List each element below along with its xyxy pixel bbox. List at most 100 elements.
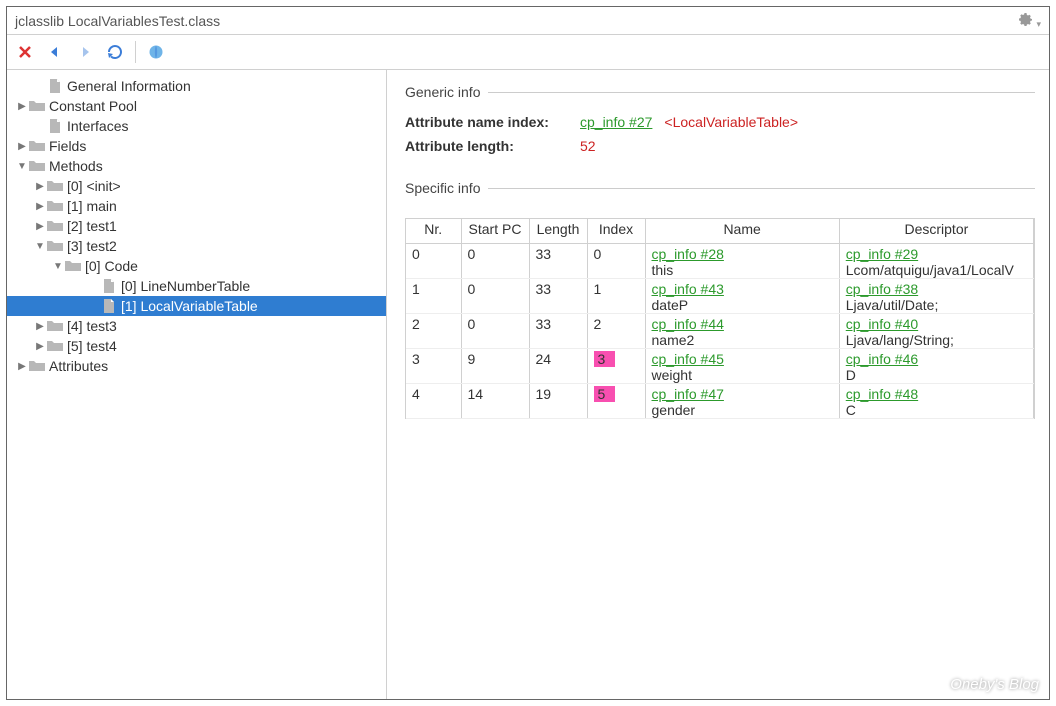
tree-panel: General Information ▶ Constant Pool Interfa… bbox=[7, 70, 387, 699]
close-icon[interactable] bbox=[15, 42, 35, 62]
twisty-icon[interactable]: ▼ bbox=[51, 261, 65, 272]
refresh-icon[interactable] bbox=[105, 42, 125, 62]
attr-length-label: Attribute length: bbox=[405, 138, 580, 154]
details-panel: Generic info Attribute name index: cp_in… bbox=[387, 70, 1049, 699]
tree-label: Methods bbox=[49, 158, 103, 174]
name-link[interactable]: cp_info #45 bbox=[652, 351, 724, 367]
attr-length-value: 52 bbox=[580, 138, 596, 154]
tree-label: [4] test3 bbox=[67, 318, 117, 334]
descriptor-value: Ljava/util/Date; bbox=[840, 297, 1033, 313]
tree-label: Attributes bbox=[49, 358, 108, 374]
descriptor-value: C bbox=[840, 402, 1033, 418]
twisty-icon[interactable]: ▶ bbox=[33, 321, 47, 332]
descriptor-link[interactable]: cp_info #48 bbox=[846, 386, 918, 402]
descriptor-value: D bbox=[840, 367, 1033, 383]
toolbar-separator bbox=[135, 41, 136, 63]
tree-item--5-test4[interactable]: ▶ [5] test4 bbox=[7, 336, 386, 356]
tree-label: General Information bbox=[67, 78, 191, 94]
folder-icon bbox=[29, 359, 45, 373]
tree-item-methods[interactable]: ▼ Methods bbox=[7, 156, 386, 176]
folder-icon bbox=[65, 259, 81, 273]
globe-icon[interactable] bbox=[146, 42, 166, 62]
watermark: Oneby's Blog bbox=[950, 676, 1039, 693]
name-value: this bbox=[646, 262, 839, 278]
col-nr-[interactable]: Nr. bbox=[406, 219, 461, 243]
tree-label: [0] LineNumberTable bbox=[121, 278, 250, 294]
tree-label: [0] <init> bbox=[67, 178, 121, 194]
tree-label: [1] LocalVariableTable bbox=[121, 298, 258, 314]
tree-item--0-init-[interactable]: ▶ [0] <init> bbox=[7, 176, 386, 196]
twisty-icon[interactable]: ▼ bbox=[33, 241, 47, 252]
name-value: name2 bbox=[646, 332, 839, 348]
tree-item--4-test3[interactable]: ▶ [4] test3 bbox=[7, 316, 386, 336]
twisty-icon[interactable]: ▼ bbox=[15, 161, 29, 172]
twisty-icon[interactable]: ▶ bbox=[33, 221, 47, 232]
descriptor-value: Lcom/atquigu/java1/LocalV bbox=[840, 262, 1033, 278]
tree-item--0-code[interactable]: ▼ [0] Code bbox=[7, 256, 386, 276]
tree-label: [1] main bbox=[67, 198, 117, 214]
name-value: dateP bbox=[646, 297, 839, 313]
tree-label: Fields bbox=[49, 138, 86, 154]
descriptor-link[interactable]: cp_info #38 bbox=[846, 281, 918, 297]
table-row[interactable]: 20332cp_info #44name2cp_info #40Ljava/la… bbox=[406, 313, 1034, 348]
twisty-icon[interactable]: ▶ bbox=[15, 361, 29, 372]
col-name[interactable]: Name bbox=[645, 219, 839, 243]
tree-item--1-main[interactable]: ▶ [1] main bbox=[7, 196, 386, 216]
local-variable-table: Nr.Start PCLengthIndexNameDescriptor 003… bbox=[405, 218, 1035, 419]
forward-icon[interactable] bbox=[75, 42, 95, 62]
back-icon[interactable] bbox=[45, 42, 65, 62]
titlebar: jclasslib LocalVariablesTest.class ▾ bbox=[7, 7, 1049, 35]
twisty-icon[interactable]: ▶ bbox=[33, 341, 47, 352]
folder-icon bbox=[29, 99, 45, 113]
twisty-icon[interactable]: ▶ bbox=[15, 101, 29, 112]
gear-icon[interactable]: ▾ bbox=[1017, 11, 1041, 30]
table-row[interactable]: 10331cp_info #43datePcp_info #38Ljava/ut… bbox=[406, 278, 1034, 313]
name-value: gender bbox=[646, 402, 839, 418]
name-link[interactable]: cp_info #28 bbox=[652, 246, 724, 262]
tree-label: Interfaces bbox=[67, 118, 128, 134]
tree-item--2-test1[interactable]: ▶ [2] test1 bbox=[7, 216, 386, 236]
col-index[interactable]: Index bbox=[587, 219, 645, 243]
folder-icon bbox=[29, 159, 45, 173]
tree-item-constant-pool[interactable]: ▶ Constant Pool bbox=[7, 96, 386, 116]
file-icon bbox=[47, 119, 63, 133]
name-link[interactable]: cp_info #47 bbox=[652, 386, 724, 402]
folder-icon bbox=[47, 339, 63, 353]
attr-name-index-label: Attribute name index: bbox=[405, 114, 580, 130]
tree-label: [5] test4 bbox=[67, 338, 117, 354]
descriptor-link[interactable]: cp_info #29 bbox=[846, 246, 918, 262]
tree-item-interfaces[interactable]: Interfaces bbox=[7, 116, 386, 136]
tree-label: [2] test1 bbox=[67, 218, 117, 234]
descriptor-link[interactable]: cp_info #46 bbox=[846, 351, 918, 367]
tree-label: [3] test2 bbox=[67, 238, 117, 254]
folder-icon bbox=[47, 219, 63, 233]
table-row[interactable]: 39243cp_info #45weightcp_info #46D bbox=[406, 348, 1034, 383]
tree-label: [0] Code bbox=[85, 258, 138, 274]
descriptor-link[interactable]: cp_info #40 bbox=[846, 316, 918, 332]
tree-item-attributes[interactable]: ▶ Attributes bbox=[7, 356, 386, 376]
tree-item--3-test2[interactable]: ▼ [3] test2 bbox=[7, 236, 386, 256]
descriptor-value: Ljava/lang/String; bbox=[840, 332, 1033, 348]
specific-info-heading: Specific info bbox=[405, 180, 1035, 196]
file-icon bbox=[101, 279, 117, 293]
col-length[interactable]: Length bbox=[529, 219, 587, 243]
twisty-icon[interactable]: ▶ bbox=[33, 181, 47, 192]
attr-name-index-link[interactable]: cp_info #27 bbox=[580, 114, 652, 130]
tree-label: Constant Pool bbox=[49, 98, 137, 114]
table-row[interactable]: 00330cp_info #28thiscp_info #29Lcom/atqu… bbox=[406, 243, 1034, 278]
twisty-icon[interactable]: ▶ bbox=[33, 201, 47, 212]
tree-item--1-localvariabletable[interactable]: [1] LocalVariableTable bbox=[7, 296, 386, 316]
attr-name-tag: <LocalVariableTable> bbox=[664, 114, 798, 130]
col-descriptor[interactable]: Descriptor bbox=[839, 219, 1033, 243]
folder-icon bbox=[47, 319, 63, 333]
table-row[interactable]: 414195cp_info #47gendercp_info #48C bbox=[406, 383, 1034, 418]
folder-icon bbox=[47, 199, 63, 213]
folder-icon bbox=[29, 139, 45, 153]
name-link[interactable]: cp_info #44 bbox=[652, 316, 724, 332]
tree-item-general-information[interactable]: General Information bbox=[7, 76, 386, 96]
name-link[interactable]: cp_info #43 bbox=[652, 281, 724, 297]
twisty-icon[interactable]: ▶ bbox=[15, 141, 29, 152]
tree-item-fields[interactable]: ▶ Fields bbox=[7, 136, 386, 156]
col-start-pc[interactable]: Start PC bbox=[461, 219, 529, 243]
tree-item--0-linenumbertable[interactable]: [0] LineNumberTable bbox=[7, 276, 386, 296]
